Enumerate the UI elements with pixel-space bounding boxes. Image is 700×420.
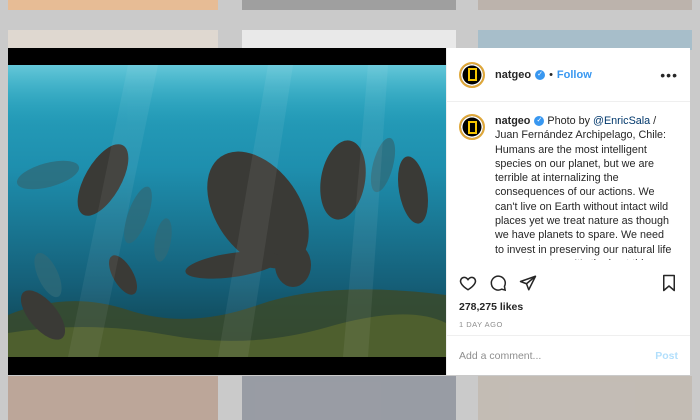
caption-body: / Juan Fernández Archipelago, Chile: Hum… (495, 115, 672, 260)
post-media (8, 48, 446, 375)
likes-count[interactable]: 278,275 likes (459, 301, 523, 313)
action-bar (459, 268, 678, 298)
post-modal: natgeo ✓ • Follow ••• natgeo ✓ Photo by @… (8, 48, 690, 375)
natgeo-logo-icon (467, 120, 477, 134)
caption-prefix: Photo by (547, 115, 594, 127)
post-comment-button[interactable]: Post (655, 350, 678, 362)
verified-badge-icon: ✓ (535, 69, 546, 80)
post-header: natgeo ✓ • Follow ••• (447, 48, 690, 102)
share-icon[interactable] (519, 274, 537, 292)
comment-input[interactable]: Add a comment... (459, 350, 655, 362)
post-side-panel: natgeo ✓ • Follow ••• natgeo ✓ Photo by @… (446, 48, 690, 375)
verified-badge-icon: ✓ (534, 116, 545, 127)
more-options-icon[interactable]: ••• (660, 67, 678, 83)
avatar[interactable] (459, 61, 485, 88)
post-timestamp[interactable]: 1 DAY AGO (459, 320, 503, 329)
natgeo-logo-icon (467, 68, 477, 81)
follow-button[interactable]: Follow (557, 69, 592, 81)
bookmark-icon[interactable] (660, 274, 678, 292)
caption-text: natgeo ✓ Photo by @EnricSala / Juan Ferná… (495, 114, 675, 260)
caption-avatar[interactable] (459, 114, 485, 140)
caption-row: natgeo ✓ Photo by @EnricSala / Juan Ferná… (459, 114, 678, 260)
post-photo[interactable] (8, 65, 446, 357)
caption-username[interactable]: natgeo (495, 115, 530, 127)
caption-area: natgeo ✓ Photo by @EnricSala / Juan Ferná… (447, 102, 690, 260)
heart-icon[interactable] (459, 274, 477, 292)
header-username[interactable]: natgeo (495, 69, 531, 81)
comment-box: Add a comment... Post (447, 335, 690, 375)
header-separator: • (549, 68, 553, 81)
caption-mention-link[interactable]: @EnricSala (593, 115, 650, 127)
comment-icon[interactable] (489, 274, 507, 292)
